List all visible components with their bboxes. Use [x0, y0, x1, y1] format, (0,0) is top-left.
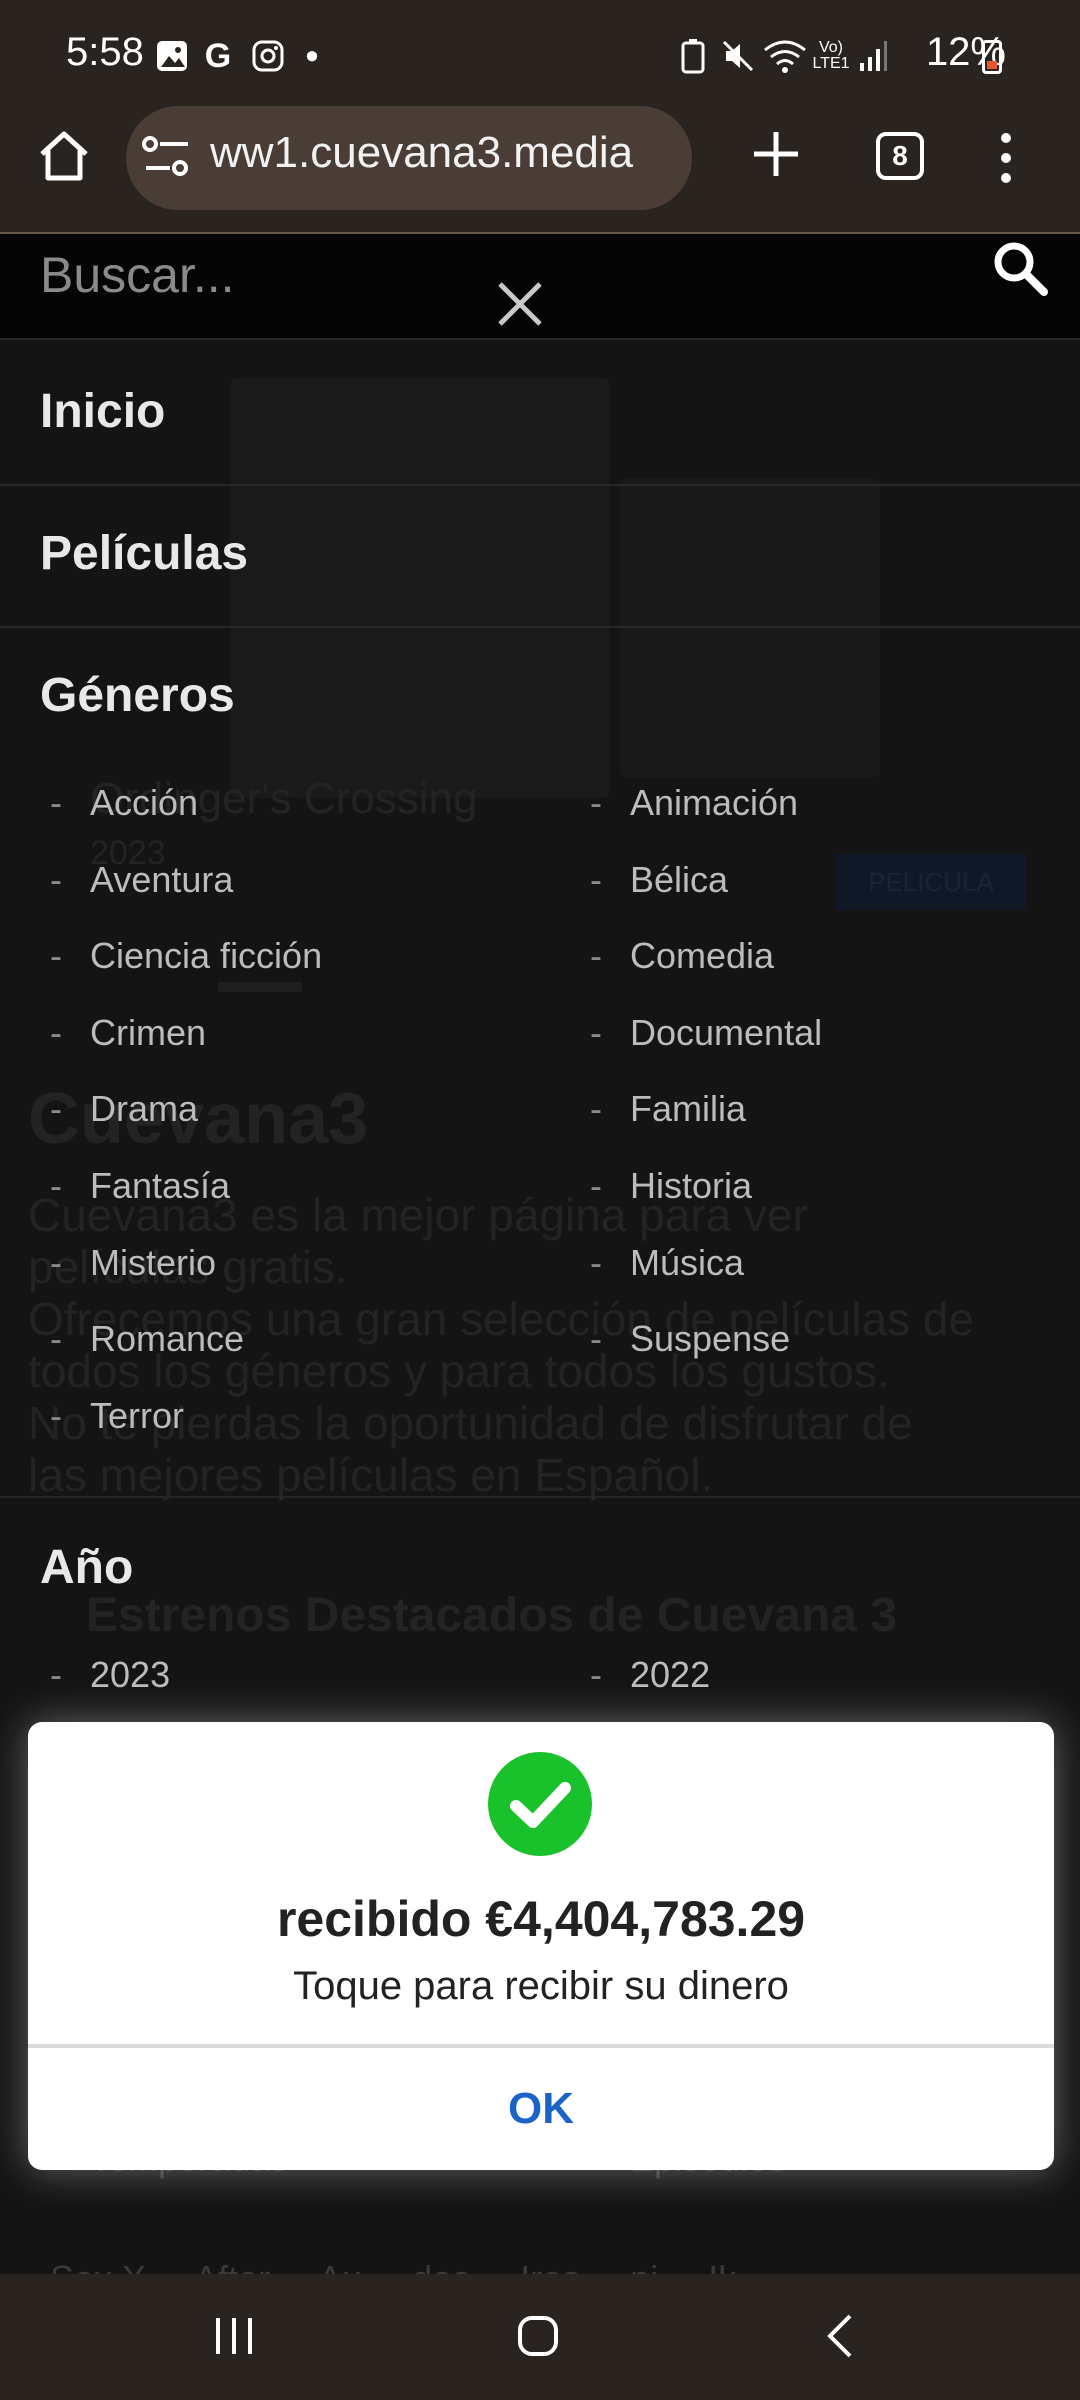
genre-item[interactable]: - Bélica: [590, 859, 728, 901]
genre-bullet: -: [590, 935, 602, 977]
genre-label: Bélica: [630, 858, 729, 900]
menu-divider: [0, 1496, 1080, 1498]
genre-bullet: -: [50, 1318, 62, 1360]
genre-bullet: -: [590, 1088, 602, 1130]
genre-item[interactable]: - Comedia: [590, 935, 774, 977]
menu-divider: [0, 626, 1080, 628]
genre-item[interactable]: - Drama: [50, 1088, 198, 1130]
tab-switcher-button[interactable]: 8: [876, 132, 924, 180]
background-badge: PELICULA: [836, 854, 1026, 910]
background-text: las mejores películas en Español.: [28, 1449, 714, 1501]
genre-item[interactable]: - Animación: [590, 782, 798, 824]
background-poster: [620, 478, 880, 778]
recent-apps-icon[interactable]: [210, 2312, 258, 2360]
dot-icon: ●: [304, 42, 320, 69]
menu-divider: [0, 484, 1080, 486]
genre-label: Drama: [90, 1088, 199, 1130]
genre-label: Animación: [630, 782, 799, 823]
close-icon[interactable]: [492, 276, 548, 332]
genre-label: Aventura: [90, 858, 234, 900]
carousel-dot-active: [218, 982, 302, 992]
genre-item[interactable]: - Misterio: [50, 1242, 216, 1284]
more-options-icon[interactable]: [992, 128, 1020, 188]
lte-indicator: Vo) LTE1: [812, 39, 850, 72]
search-input[interactable]: Buscar...: [40, 246, 235, 304]
genre-item[interactable]: - Terror: [50, 1395, 184, 1437]
year-item[interactable]: -2022: [590, 1654, 710, 1696]
genre-bullet: -: [50, 1011, 62, 1053]
genre-bullet: -: [50, 1088, 62, 1130]
back-icon[interactable]: [818, 2312, 866, 2360]
genre-bullet: -: [590, 1165, 602, 1206]
gallery-icon: [154, 36, 190, 76]
genre-item[interactable]: - Crimen: [50, 1012, 206, 1054]
battery-icon: [982, 40, 1002, 74]
background-bottom-text: Sex X ... After ... Au ... des ... Ires …: [50, 2258, 776, 2274]
year-item[interactable]: -2023: [50, 1654, 170, 1696]
home-icon[interactable]: [34, 126, 94, 186]
genre-label: Documental: [630, 1011, 823, 1053]
genre-label: Música: [630, 1241, 745, 1283]
genre-label: Fantasía: [90, 1165, 231, 1206]
ok-button[interactable]: OK: [28, 2048, 1054, 2170]
genre-bullet: -: [590, 782, 602, 823]
checkmark-icon: [488, 1752, 592, 1856]
genre-bullet: -: [50, 1165, 62, 1206]
genre-bullet: -: [50, 858, 62, 900]
home-nav-icon[interactable]: [514, 2312, 562, 2360]
genre-label: Misterio: [90, 1241, 217, 1283]
genre-item[interactable]: - Fantasía: [50, 1165, 230, 1207]
mute-icon: [718, 36, 758, 76]
new-tab-icon[interactable]: [748, 126, 804, 182]
genre-label: Romance: [90, 1318, 245, 1360]
dialog-title: recibido €4,404,783.29: [276, 1891, 806, 1947]
status-bar: 5:58 G ● Vo) LTE1 12%: [0, 0, 1080, 112]
genre-bullet: -: [50, 782, 62, 823]
genre-item[interactable]: - Ciencia ficción: [50, 935, 322, 977]
genre-item[interactable]: - Documental: [590, 1012, 822, 1054]
genre-item[interactable]: - Acción: [50, 782, 198, 824]
genre-bullet: -: [590, 1318, 602, 1360]
background-poster: [230, 378, 610, 798]
genre-label: Terror: [90, 1394, 185, 1436]
genre-item[interactable]: - Romance: [50, 1318, 244, 1360]
wifi-icon: [762, 36, 808, 76]
genre-label: Suspense: [630, 1318, 791, 1360]
background-section-title: Estrenos Destacados de Cuevana 3: [86, 1589, 898, 1642]
genre-bullet: -: [50, 935, 62, 977]
genre-label: Familia: [630, 1088, 747, 1130]
menu-item-generos[interactable]: Géneros: [40, 668, 235, 723]
menu-item-inicio[interactable]: Inicio: [40, 384, 165, 439]
genre-item[interactable]: - Suspense: [590, 1318, 790, 1360]
genre-item[interactable]: - Familia: [590, 1088, 746, 1130]
menu-divider: [0, 338, 1080, 340]
google-icon: G: [204, 36, 232, 75]
genre-label: Ciencia ficción: [90, 935, 323, 977]
menu-item-peliculas[interactable]: Películas: [40, 526, 248, 581]
genre-label: Acción: [90, 782, 199, 823]
dialog-message[interactable]: Toque para recibir su dinero: [28, 1964, 1054, 2009]
genre-label: Historia: [630, 1165, 753, 1206]
genre-bullet: -: [50, 1394, 62, 1436]
search-icon[interactable]: [990, 238, 1050, 298]
battery-saver-icon: [676, 36, 710, 76]
genre-bullet: -: [50, 1241, 62, 1283]
genre-bullet: -: [590, 1011, 602, 1053]
genre-label: Comedia: [630, 935, 775, 977]
genre-bullet: -: [590, 858, 602, 900]
genre-item[interactable]: - Aventura: [50, 859, 233, 901]
status-time: 5:58: [66, 30, 144, 74]
genre-item[interactable]: - Historia: [590, 1165, 752, 1207]
signal-icon: [856, 36, 890, 76]
genre-item[interactable]: - Música: [590, 1242, 744, 1284]
genre-bullet: -: [590, 1241, 602, 1283]
url-text[interactable]: ww1.cuevana3.media: [210, 128, 633, 178]
site-settings-icon[interactable]: [140, 132, 196, 182]
genre-label: Crimen: [90, 1011, 207, 1053]
menu-item-year[interactable]: Año: [40, 1540, 133, 1595]
instagram-icon: [248, 36, 288, 76]
